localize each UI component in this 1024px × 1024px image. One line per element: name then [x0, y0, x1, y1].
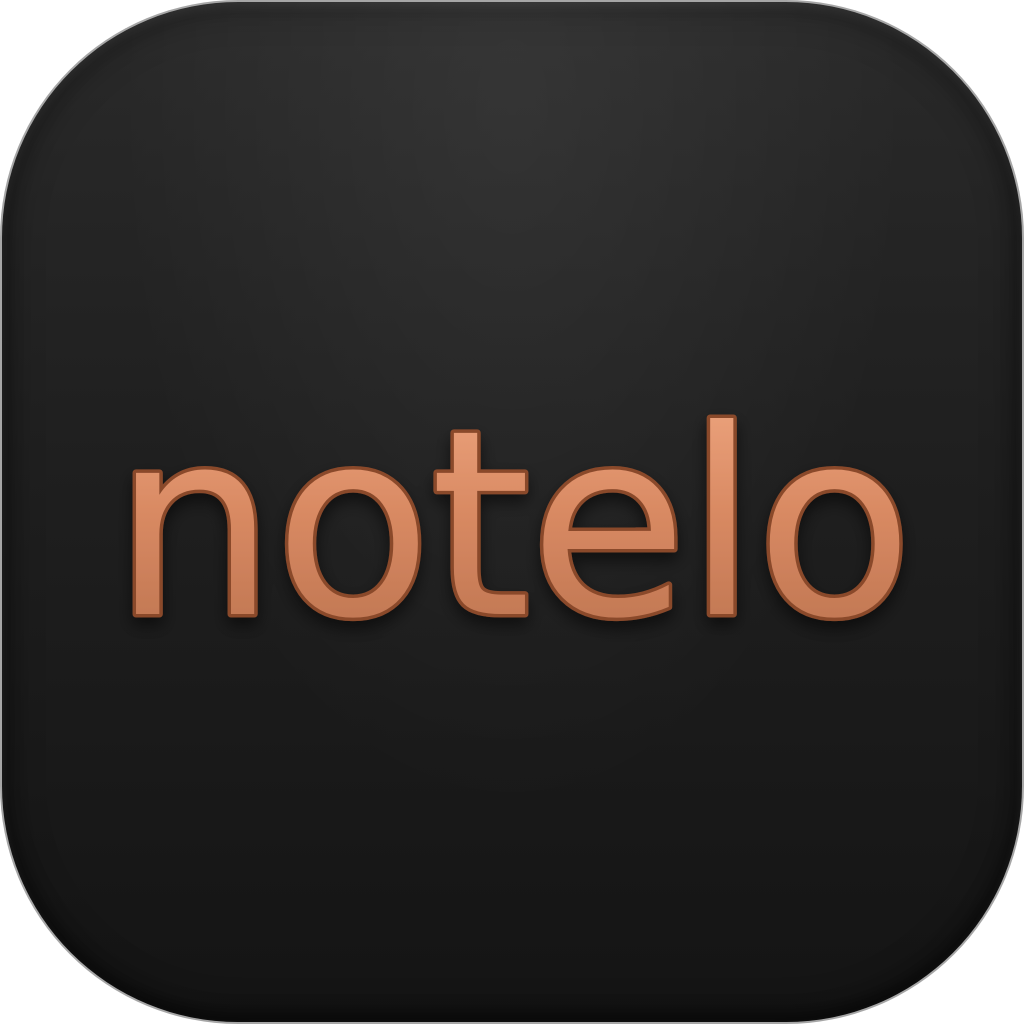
canvas: notelo: [0, 0, 1024, 1024]
wordmark-text: notelo: [113, 375, 912, 675]
notelo-wordmark: notelo: [109, 372, 917, 679]
app-icon[interactable]: notelo: [2, 2, 1022, 1022]
